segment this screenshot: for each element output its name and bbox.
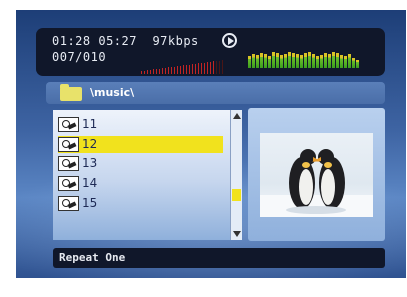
volume-tick — [222, 60, 223, 74]
status-footer: Repeat One — [53, 248, 385, 268]
folder-icon — [60, 84, 82, 101]
list-item-selected[interactable]: 12 — [58, 136, 223, 153]
file-name: 12 — [82, 137, 98, 151]
audio-file-icon — [58, 176, 79, 191]
volume-tick — [195, 63, 196, 74]
spectrum-bar — [272, 52, 275, 68]
spectrum-bar — [348, 54, 351, 68]
spectrum-bar — [352, 58, 355, 68]
status-bar: 01:28 05:27 97kbps 007/010 — [36, 28, 385, 76]
bitrate: 97kbps — [152, 34, 199, 48]
spectrum-bar — [332, 52, 335, 68]
volume-tick — [189, 64, 190, 74]
list-item[interactable]: 11 — [58, 116, 223, 133]
scroll-thumb[interactable] — [232, 189, 241, 201]
scroll-down-icon[interactable] — [233, 231, 241, 237]
volume-tick — [198, 63, 199, 74]
volume-tick — [162, 68, 163, 74]
spectrum-bar — [276, 53, 279, 68]
volume-tick — [177, 66, 178, 74]
spectrum-bar — [292, 53, 295, 68]
preview-panel — [248, 108, 385, 241]
spectrum-bar — [264, 54, 267, 68]
volume-tick — [207, 62, 208, 74]
scrollbar[interactable] — [230, 110, 242, 240]
spectrum-bar — [284, 54, 287, 68]
volume-tick — [192, 64, 193, 74]
file-name: 11 — [82, 117, 98, 131]
volume-tick — [153, 69, 154, 74]
spectrum-bar — [312, 54, 315, 68]
spectrum-bar — [344, 56, 347, 68]
track-counter: 007/010 — [52, 50, 107, 64]
spectrum-bar — [308, 52, 311, 68]
repeat-mode: Repeat One — [59, 251, 126, 264]
play-icon — [222, 33, 237, 48]
spectrum-bar — [324, 53, 327, 68]
volume-tick — [219, 60, 220, 74]
volume-tick — [150, 69, 151, 74]
audio-file-icon — [58, 117, 79, 132]
volume-tick — [204, 62, 205, 74]
volume-tick — [186, 65, 187, 74]
scroll-up-icon[interactable] — [233, 113, 241, 119]
volume-tick — [183, 65, 184, 74]
spectrum-bar — [256, 55, 259, 68]
audio-file-icon — [58, 137, 79, 152]
spectrum-bar — [340, 55, 343, 68]
spectrum-bar — [248, 56, 251, 68]
volume-tick — [147, 70, 148, 74]
volume-tick — [216, 61, 217, 74]
volume-tick — [210, 61, 211, 74]
audio-file-icon — [58, 196, 79, 211]
time-readout: 01:28 05:27 97kbps — [52, 34, 199, 48]
spectrum-bar — [288, 52, 291, 68]
list-item[interactable]: 15 — [58, 195, 223, 212]
file-name: 15 — [82, 196, 98, 210]
spectrum-bar — [304, 53, 307, 68]
spectrum-bar — [336, 53, 339, 68]
volume-tick — [156, 69, 157, 74]
volume-tick — [180, 65, 181, 74]
volume-tick — [141, 71, 142, 74]
volume-tick — [174, 66, 175, 74]
penguins-image — [260, 133, 373, 217]
spectrum-bar — [300, 55, 303, 68]
file-list[interactable]: 11 12 13 14 15 — [53, 110, 230, 240]
elapsed-total-time: 01:28 05:27 — [52, 34, 137, 48]
volume-meter — [141, 60, 223, 74]
file-name: 14 — [82, 176, 98, 190]
spectrum-bar — [260, 53, 263, 68]
spectrum-bar — [328, 54, 331, 68]
spectrum-bar — [268, 56, 271, 68]
spectrum-bar — [320, 55, 323, 68]
spectrum-bar — [296, 54, 299, 68]
volume-tick — [168, 67, 169, 74]
list-item[interactable]: 13 — [58, 155, 223, 172]
volume-tick — [165, 67, 166, 74]
list-item[interactable]: 14 — [58, 175, 223, 192]
spectrum-bar — [252, 54, 255, 68]
volume-tick — [144, 70, 145, 74]
spectrum-bar — [356, 60, 359, 68]
breadcrumb: \music\ — [46, 82, 385, 104]
volume-tick — [171, 67, 172, 74]
current-path: \music\ — [90, 86, 135, 99]
spectrum-analyzer — [248, 50, 359, 68]
volume-tick — [213, 61, 214, 74]
volume-tick — [201, 63, 202, 74]
audio-file-icon — [58, 156, 79, 171]
volume-tick — [159, 68, 160, 74]
file-name: 13 — [82, 156, 98, 170]
spectrum-bar — [316, 56, 319, 68]
spectrum-bar — [280, 55, 283, 68]
